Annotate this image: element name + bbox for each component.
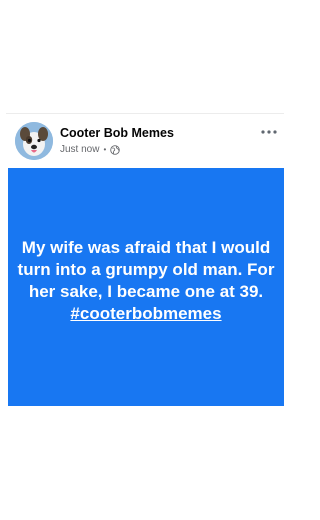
dog-avatar-icon [15, 122, 53, 160]
more-options-icon [261, 130, 277, 134]
hashtag-link[interactable]: #cooterbobmemes [70, 304, 221, 323]
meta-separator: • [103, 145, 107, 154]
post-body-text: My wife was afraid that I would turn int… [17, 238, 275, 301]
top-divider [6, 113, 284, 114]
avatar[interactable] [15, 122, 53, 160]
post-content-card[interactable]: My wife was afraid that I would turn int… [8, 168, 284, 406]
post-meta: Just now • [60, 144, 121, 155]
post-timestamp[interactable]: Just now [60, 144, 99, 155]
more-options-button[interactable] [258, 124, 280, 140]
page-name[interactable]: Cooter Bob Memes [60, 126, 174, 140]
post-header: Cooter Bob Memes Just now • [8, 118, 284, 164]
globe-icon [110, 144, 121, 155]
post-text: My wife was afraid that I would turn int… [16, 237, 276, 325]
